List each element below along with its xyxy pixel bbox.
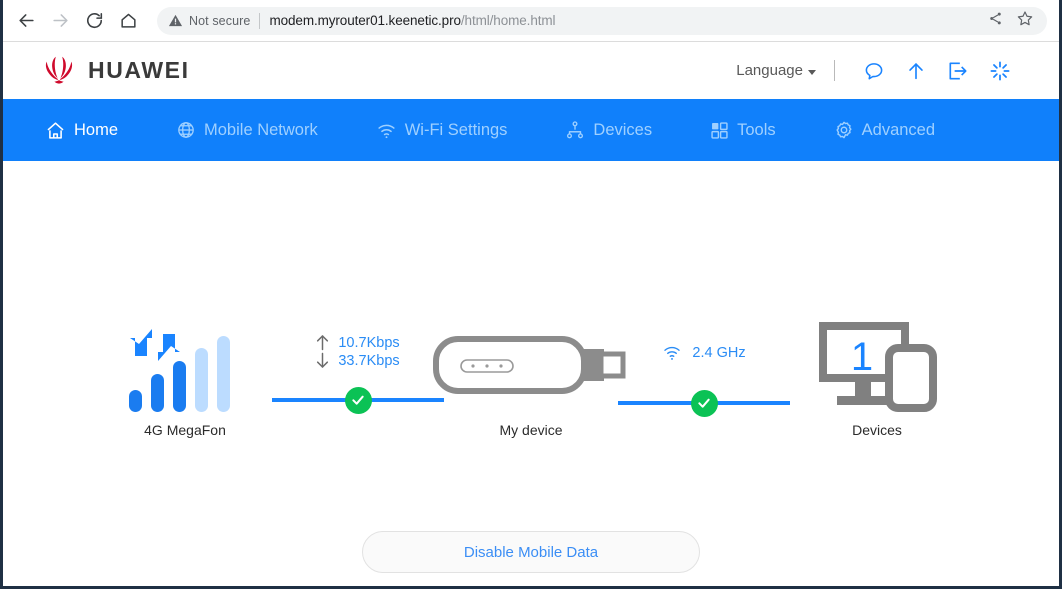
update-button[interactable] <box>895 60 937 82</box>
nav-label-devices: Devices <box>593 120 653 139</box>
language-label: Language <box>736 62 803 79</box>
site-header: HUAWEI Language <box>3 42 1059 99</box>
brand-logo[interactable]: HUAWEI <box>41 56 190 86</box>
speed-readout: 10.7Kbps 33.7Kbps <box>316 334 400 369</box>
wan-status-badge <box>344 386 372 414</box>
network-topology: 4G MegaFon 10.7Kbps 33.7Kbps My device 2… <box>3 161 1059 586</box>
main-navigation: Home Mobile Network Wi-Fi Settings Devic… <box>3 99 1059 161</box>
signal-bars-icon <box>125 316 245 414</box>
nav-item-advanced[interactable]: Advanced <box>834 120 935 140</box>
upload-speed-row: 10.7Kbps <box>316 334 400 351</box>
reboot-button[interactable] <box>979 60 1021 82</box>
reboot-icon <box>990 61 1010 80</box>
star-icon <box>1017 11 1033 26</box>
network-tree-icon <box>565 120 585 140</box>
home-button[interactable] <box>113 6 143 36</box>
language-selector[interactable]: Language <box>736 62 816 79</box>
bookmark-button[interactable] <box>1017 10 1033 31</box>
chevron-down-icon <box>808 69 816 75</box>
browser-toolbar: Not secure modem.myrouter01.keenetic.pro… <box>3 0 1059 42</box>
check-circle-icon <box>698 398 710 408</box>
topology-row: 4G MegaFon 10.7Kbps 33.7Kbps My device 2… <box>3 316 1059 461</box>
monitor-phone-icon: 1 <box>815 316 939 414</box>
gear-icon <box>834 120 854 140</box>
clients-node[interactable]: 1 Devices <box>797 316 957 438</box>
huawei-flower-icon <box>45 56 73 84</box>
nav-label-tools: Tools <box>737 120 776 139</box>
nav-item-mobile-network[interactable]: Mobile Network <box>176 120 318 140</box>
arrow-down-icon <box>317 352 329 368</box>
back-button[interactable] <box>11 6 41 36</box>
share-button[interactable] <box>988 11 1003 31</box>
wifi-icon <box>664 346 681 360</box>
signal-node: 4G MegaFon <box>105 316 265 438</box>
url-path: /html/home.html <box>460 13 556 28</box>
logout-button[interactable] <box>937 60 979 82</box>
header-actions: Language <box>736 60 1021 82</box>
url-text: modem.myrouter01.keenetic.pro/html/home.… <box>269 13 555 28</box>
wifi-band-readout: 2.4 GHz <box>662 334 746 372</box>
address-bar[interactable]: Not secure modem.myrouter01.keenetic.pro… <box>157 6 1047 35</box>
globe-icon <box>176 120 196 140</box>
nav-item-devices[interactable]: Devices <box>565 120 652 140</box>
nav-label-mobile-network: Mobile Network <box>204 120 318 139</box>
omnibox-divider <box>259 12 261 29</box>
share-icon <box>990 12 1001 24</box>
wifi-link: 2.4 GHz <box>611 316 797 417</box>
wifi-status-badge <box>690 389 718 417</box>
omnibox-actions <box>988 10 1039 31</box>
arrow-left-icon <box>18 14 34 27</box>
wan-link-line <box>272 386 444 414</box>
reload-button[interactable] <box>79 6 109 36</box>
wifi-link-line <box>618 389 790 417</box>
warning-triangle-icon <box>168 13 183 28</box>
wifi-icon <box>376 120 397 141</box>
nav-item-home[interactable]: Home <box>45 120 118 141</box>
grid-icon <box>710 121 729 140</box>
sms-bubble-icon <box>865 62 883 79</box>
nav-item-tools[interactable]: Tools <box>710 121 776 140</box>
home-icon <box>120 13 136 28</box>
header-divider <box>834 60 835 81</box>
download-speed-row: 33.7Kbps <box>316 352 400 369</box>
nav-label-advanced: Advanced <box>861 120 936 139</box>
action-area: Disable Mobile Data <box>3 531 1059 573</box>
logout-icon <box>949 61 967 80</box>
check-circle-icon <box>352 395 364 405</box>
clients-label: Devices <box>852 422 902 438</box>
wifi-band-value: 2.4 GHz <box>692 345 746 361</box>
brand-name: HUAWEI <box>88 57 190 83</box>
browser-window: Not secure modem.myrouter01.keenetic.pro… <box>0 0 1062 589</box>
home-icon <box>45 120 66 141</box>
wan-link: 10.7Kbps 33.7Kbps <box>265 316 451 414</box>
router-page: HUAWEI Language Home Mobile Network Wi-F… <box>3 42 1059 586</box>
url-host: modem.myrouter01.keenetic.pro <box>269 13 461 28</box>
forward-button[interactable] <box>45 6 75 36</box>
device-label: My device <box>499 422 563 438</box>
sms-button[interactable] <box>853 60 895 82</box>
nav-label-wifi-settings: Wi-Fi Settings <box>404 120 508 139</box>
arrow-up-icon <box>317 335 329 351</box>
device-node: My device <box>433 316 626 438</box>
signal-label: 4G MegaFon <box>144 422 226 438</box>
nav-label-home: Home <box>74 120 119 139</box>
arrow-right-icon <box>52 14 68 27</box>
security-status-label: Not secure <box>189 13 251 28</box>
upload-arrow-icon <box>909 62 923 79</box>
upload-speed-value: 10.7Kbps <box>338 334 400 351</box>
reload-icon <box>86 13 102 29</box>
toggle-mobile-data-button[interactable]: Disable Mobile Data <box>362 531 700 573</box>
client-count: 1 <box>851 335 873 379</box>
nav-item-wifi-settings[interactable]: Wi-Fi Settings <box>376 120 508 141</box>
download-speed-value: 33.7Kbps <box>338 352 400 369</box>
usb-modem-icon <box>433 316 629 414</box>
